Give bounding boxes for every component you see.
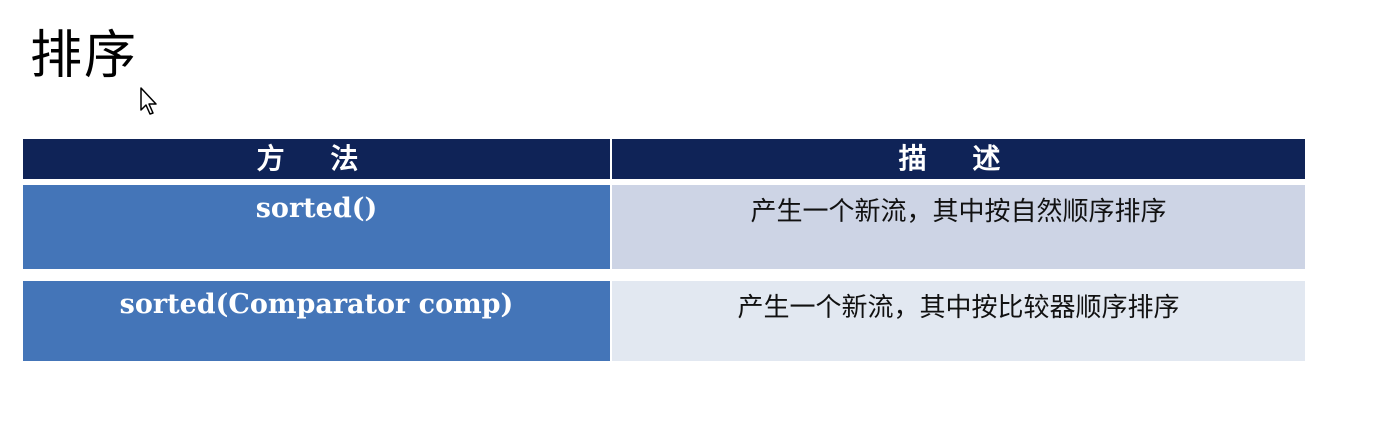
page-title: 排序 <box>30 26 139 86</box>
description-cell: 产生一个新流，其中按自然顺序排序 <box>612 185 1305 269</box>
description-cell: 产生一个新流，其中按比较器顺序排序 <box>612 281 1305 361</box>
method-cell: sorted(Comparator comp) <box>23 281 612 361</box>
header-description: 描 述 <box>898 142 1019 175</box>
header-method: 方 法 <box>23 139 612 179</box>
methods-table: 方 法 描 述 sorted() 产生一个新流，其中按自然顺序排序 sorted… <box>23 139 1305 361</box>
method-cell: sorted() <box>23 185 612 269</box>
mouse-pointer-icon <box>140 87 157 115</box>
table-row: sorted(Comparator comp) 产生一个新流，其中按比较器顺序排… <box>23 281 1305 361</box>
table-row: sorted() 产生一个新流，其中按自然顺序排序 <box>23 185 1305 269</box>
table-header-row: 方 法 描 述 <box>23 139 1305 179</box>
